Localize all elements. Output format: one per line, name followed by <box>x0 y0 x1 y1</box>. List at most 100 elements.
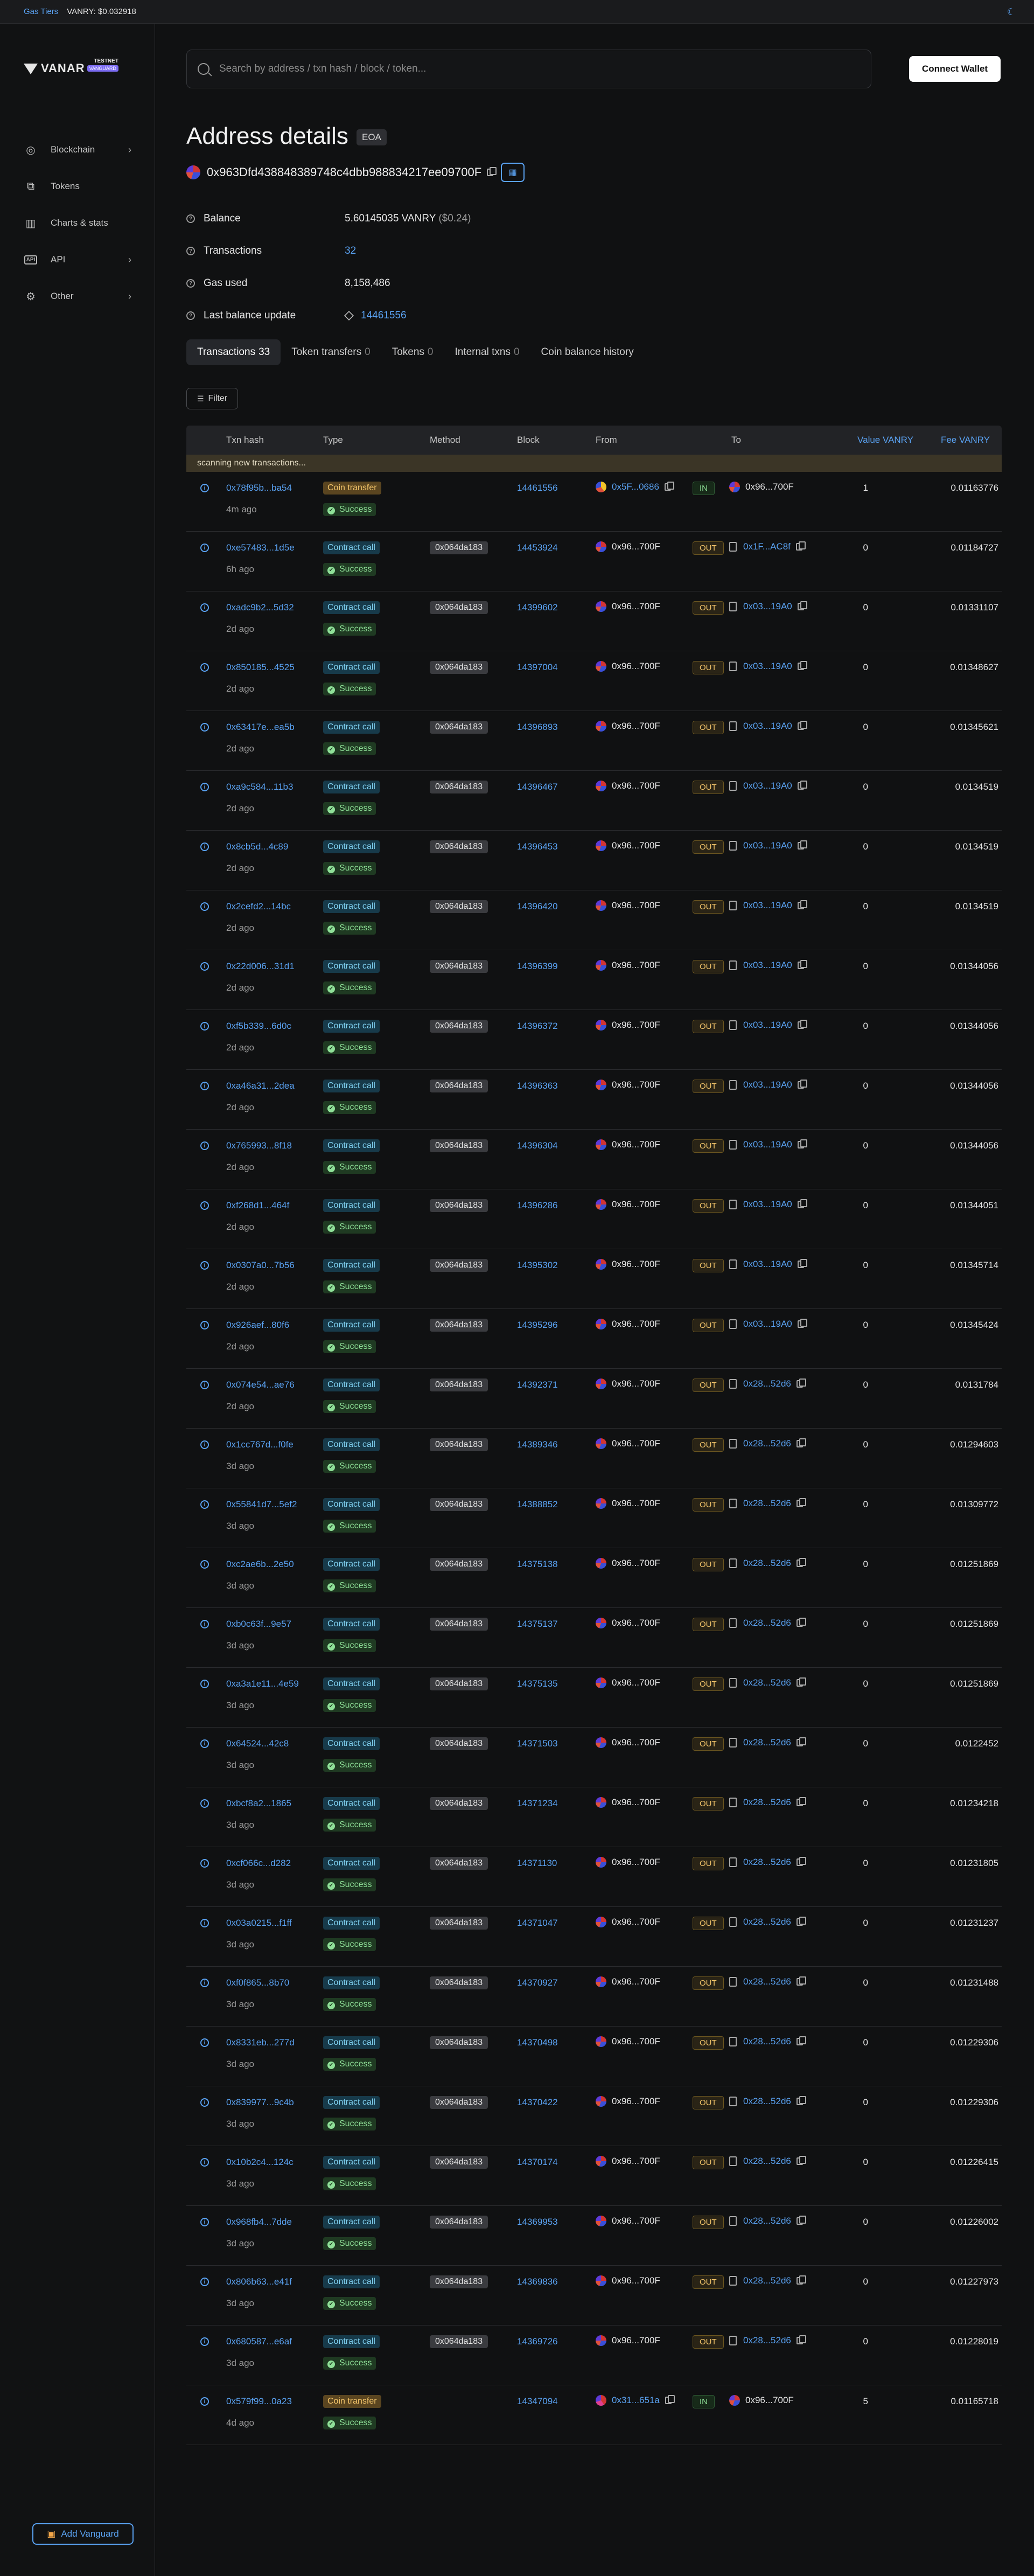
tx-hash-link[interactable]: 0x850185...4525 <box>226 662 295 673</box>
tx-hash-link[interactable]: 0x968fb4...7dde <box>226 2217 292 2227</box>
copy-icon[interactable] <box>796 1857 806 1866</box>
to-address-link[interactable]: 0x03...19A0 <box>743 1199 792 1210</box>
vanar-logo[interactable]: VANAR TESTNET VANGUARD <box>24 58 118 75</box>
sidebar-item-api[interactable]: API API › <box>24 241 131 278</box>
from-address-link[interactable]: 0x96...700F <box>612 1438 660 1449</box>
tab-tokens[interactable]: Tokens 0 <box>381 339 444 365</box>
from-address-link[interactable]: 0x96...700F <box>612 1857 660 1868</box>
block-link[interactable]: 14396420 <box>517 901 558 912</box>
filter-button[interactable]: ☰ Filter <box>186 388 238 409</box>
copy-icon[interactable] <box>664 482 674 491</box>
from-address-link[interactable]: 0x96...700F <box>612 1618 660 1628</box>
from-address-link[interactable]: 0x96...700F <box>612 2036 660 2047</box>
tx-hash-link[interactable]: 0xf0f865...8b70 <box>226 1978 289 1988</box>
to-address-link[interactable]: 0x28...52d6 <box>743 1976 791 1987</box>
tx-hash-link[interactable]: 0x64524...42c8 <box>226 1738 289 1749</box>
tx-info-icon[interactable]: i <box>200 2397 209 2406</box>
from-address-link[interactable]: 0x96...700F <box>612 2275 660 2286</box>
to-address-link[interactable]: 0x03...19A0 <box>743 781 792 791</box>
block-link[interactable]: 14371047 <box>517 1918 558 1928</box>
copy-icon[interactable] <box>797 900 807 909</box>
to-address-link[interactable]: 0x03...19A0 <box>743 1020 792 1031</box>
connect-wallet-button[interactable]: Connect Wallet <box>909 56 1001 82</box>
tx-hash-link[interactable]: 0x806b63...e41f <box>226 2276 292 2287</box>
tx-hash-link[interactable]: 0x839977...9c4b <box>226 2097 294 2108</box>
from-address-link[interactable]: 0x96...700F <box>612 1976 660 1987</box>
tx-info-icon[interactable]: i <box>200 1022 209 1031</box>
block-link[interactable]: 14371130 <box>517 1858 557 1869</box>
to-address-link[interactable]: 0x28...52d6 <box>743 2335 791 2346</box>
block-link[interactable]: 14396453 <box>517 841 558 852</box>
tab-internal-txns[interactable]: Internal txns 0 <box>444 339 530 365</box>
tx-info-icon[interactable]: i <box>200 663 209 672</box>
copy-icon[interactable] <box>796 1797 806 1806</box>
copy-icon[interactable] <box>796 1438 806 1447</box>
tx-info-icon[interactable]: i <box>200 1979 209 1987</box>
tx-info-icon[interactable]: i <box>200 2038 209 2047</box>
info-icon[interactable]: ? <box>186 279 195 288</box>
from-address-link[interactable]: 0x96...700F <box>612 1917 660 1927</box>
copy-icon[interactable] <box>796 1498 806 1507</box>
tx-hash-link[interactable]: 0xf5b339...6d0c <box>226 1021 291 1032</box>
block-link[interactable]: 14369953 <box>517 2217 558 2227</box>
transactions-count-link[interactable]: 32 <box>345 245 356 257</box>
block-link[interactable]: 14392371 <box>517 1380 558 1390</box>
to-address-link[interactable]: 0x28...52d6 <box>743 1737 791 1748</box>
tx-hash-link[interactable]: 0x63417e...ea5b <box>226 722 295 733</box>
to-address-link[interactable]: 0x28...52d6 <box>743 2275 791 2286</box>
to-address-link[interactable]: 0x03...19A0 <box>743 1080 792 1090</box>
to-address-link[interactable]: 0x03...19A0 <box>743 661 792 672</box>
block-link[interactable]: 14388852 <box>517 1499 558 1510</box>
header-value[interactable]: Value VANRY <box>857 435 913 445</box>
from-address-link[interactable]: 0x96...700F <box>612 900 660 911</box>
sidebar-item-charts[interactable]: ▥ Charts & stats <box>24 205 131 241</box>
copy-icon[interactable] <box>797 840 807 850</box>
to-address-link[interactable]: 0x03...19A0 <box>743 900 792 911</box>
tx-hash-link[interactable]: 0xe57483...1d5e <box>226 542 295 553</box>
copy-icon[interactable] <box>796 1618 806 1627</box>
sidebar-item-tokens[interactable]: ⧉ Tokens <box>24 168 131 205</box>
qr-code-button[interactable]: ▦ <box>501 163 525 182</box>
tx-hash-link[interactable]: 0x926aef...80f6 <box>226 1320 289 1331</box>
from-address-link[interactable]: 0x96...700F <box>612 1558 660 1569</box>
to-address-link[interactable]: 0x28...52d6 <box>743 1498 791 1509</box>
tx-hash-link[interactable]: 0x765993...8f18 <box>226 1140 292 1151</box>
tx-hash-link[interactable]: 0x55841d7...5ef2 <box>226 1499 297 1510</box>
tab-coin-balance-history[interactable]: Coin balance history <box>530 339 645 365</box>
to-address-link[interactable]: 0x28...52d6 <box>743 1797 791 1808</box>
tx-info-icon[interactable]: i <box>200 603 209 612</box>
tx-info-icon[interactable]: i <box>200 1560 209 1569</box>
header-fee[interactable]: Fee VANRY <box>941 435 990 445</box>
copy-icon[interactable] <box>797 721 807 730</box>
tx-hash-link[interactable]: 0xcf066c...d282 <box>226 1858 291 1869</box>
to-address-link[interactable]: 0x28...52d6 <box>743 1618 791 1628</box>
tab-token-transfers[interactable]: Token transfers 0 <box>281 339 381 365</box>
tx-info-icon[interactable]: i <box>200 544 209 552</box>
gas-tiers-link[interactable]: Gas Tiers <box>24 7 58 16</box>
copy-icon[interactable] <box>797 960 807 969</box>
from-address-link[interactable]: 0x96...700F <box>612 960 660 971</box>
tx-info-icon[interactable]: i <box>200 484 209 492</box>
info-icon[interactable]: ? <box>186 311 195 320</box>
tx-hash-link[interactable]: 0xadc9b2...5d32 <box>226 602 294 613</box>
block-link[interactable]: 14370422 <box>517 2097 558 2108</box>
block-link[interactable]: 14396363 <box>517 1081 558 1091</box>
tx-info-icon[interactable]: i <box>200 723 209 732</box>
copy-icon[interactable] <box>797 1319 807 1328</box>
copy-icon[interactable] <box>796 1677 806 1687</box>
copy-icon[interactable] <box>487 167 497 176</box>
copy-icon[interactable] <box>796 1378 806 1388</box>
block-link[interactable]: 14399602 <box>517 602 558 613</box>
to-address-link[interactable]: 0x28...52d6 <box>743 1677 791 1688</box>
tx-info-icon[interactable]: i <box>200 1500 209 1509</box>
copy-icon[interactable] <box>796 1917 806 1926</box>
to-address-link[interactable]: 0x28...52d6 <box>743 1378 791 1389</box>
from-address-link[interactable]: 0x96...700F <box>612 1319 660 1329</box>
tx-hash-link[interactable]: 0x1cc767d...f0fe <box>226 1439 294 1450</box>
to-address-link[interactable]: 0x28...52d6 <box>743 2156 791 2167</box>
sidebar-item-other[interactable]: ⚙ Other › <box>24 278 131 315</box>
to-address-link[interactable]: 0x03...19A0 <box>743 601 792 612</box>
from-address-link[interactable]: 0x5F...0686 <box>612 482 659 492</box>
copy-icon[interactable] <box>796 2216 806 2225</box>
from-address-link[interactable]: 0x96...700F <box>612 1139 660 1150</box>
